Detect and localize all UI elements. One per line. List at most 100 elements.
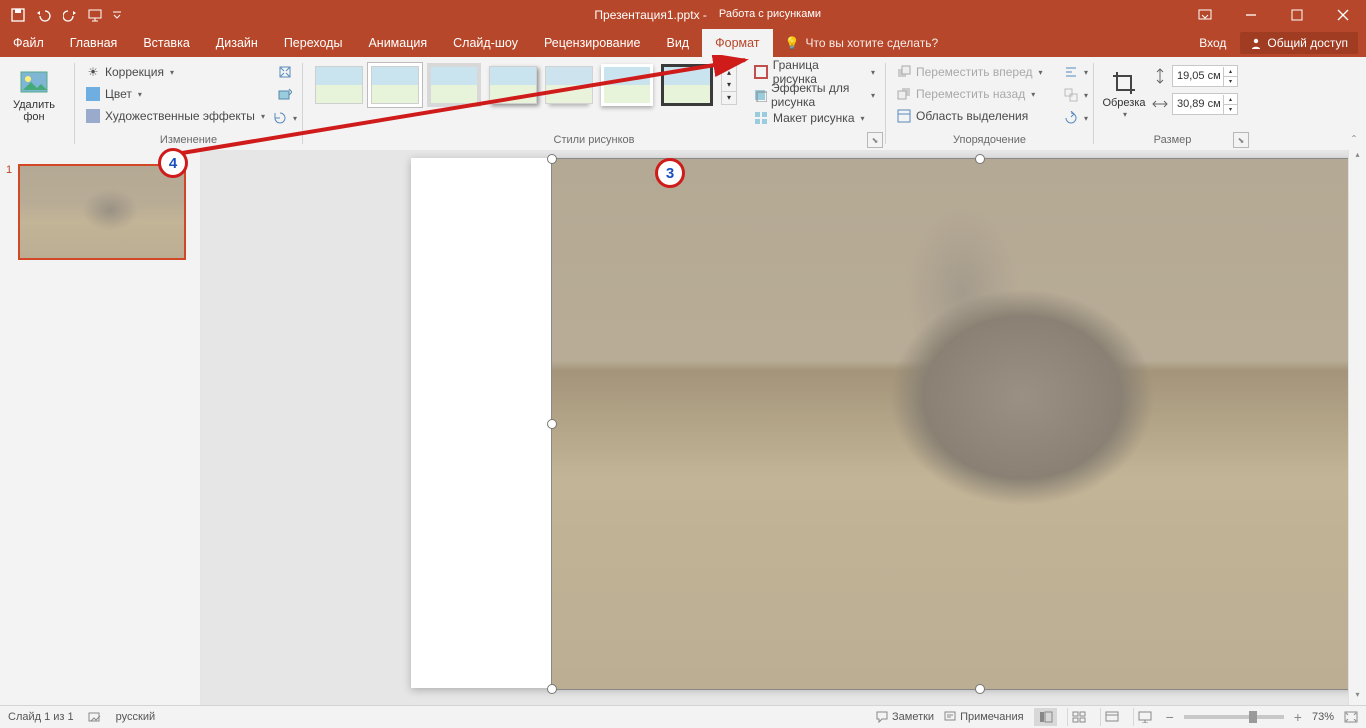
height-input[interactable]: 19,05 см▴▾ bbox=[1172, 65, 1238, 87]
undo-icon[interactable] bbox=[32, 3, 56, 27]
brightness-icon: ☀ bbox=[85, 64, 101, 80]
resize-handle-nw[interactable] bbox=[547, 154, 557, 164]
group-styles-label: Стили рисунков bbox=[309, 134, 879, 148]
comments-button[interactable]: Примечания bbox=[944, 711, 1024, 723]
zoom-slider[interactable] bbox=[1184, 715, 1284, 719]
reset-icon bbox=[273, 110, 287, 126]
slide-canvas[interactable] bbox=[201, 150, 1366, 706]
normal-view-button[interactable] bbox=[1034, 708, 1057, 726]
align-button[interactable]: ▾ bbox=[1065, 61, 1087, 83]
send-backward-button[interactable]: Переместить назад▾ bbox=[892, 83, 1065, 105]
resize-handle-n[interactable] bbox=[975, 154, 985, 164]
annotation-callout-4: 4 bbox=[158, 148, 188, 178]
style-thumb[interactable] bbox=[427, 63, 481, 107]
picture-border-button[interactable]: Граница рисунка▾ bbox=[749, 61, 879, 83]
picture-styles-gallery[interactable]: ▴▾▾ bbox=[309, 61, 743, 109]
color-icon bbox=[85, 86, 101, 102]
fit-to-window-button[interactable] bbox=[1344, 711, 1358, 723]
tell-me-search[interactable]: 💡 Что вы хотите сделать? bbox=[785, 29, 939, 57]
resize-handle-w[interactable] bbox=[547, 419, 557, 429]
compress-pictures-button[interactable] bbox=[274, 61, 296, 83]
width-input[interactable]: 30,89 см▴▾ bbox=[1172, 93, 1238, 115]
resize-handle-s[interactable] bbox=[975, 684, 985, 694]
style-thumb[interactable] bbox=[371, 66, 419, 104]
align-icon bbox=[1064, 64, 1078, 80]
redo-icon[interactable] bbox=[58, 3, 82, 27]
tab-view[interactable]: Вид bbox=[653, 29, 702, 57]
person-icon bbox=[1250, 37, 1262, 49]
slide-thumbnails-panel: 1 bbox=[0, 150, 201, 706]
tab-review[interactable]: Рецензирование bbox=[531, 29, 654, 57]
share-label: Общий доступ bbox=[1267, 36, 1348, 50]
artistic-effects-button[interactable]: Художественные эффекты▾ bbox=[81, 105, 274, 127]
tab-transitions[interactable]: Переходы bbox=[271, 29, 356, 57]
style-thumb[interactable] bbox=[601, 64, 653, 106]
group-size-label: Размер bbox=[1100, 134, 1245, 148]
annotation-callout-3: 3 bbox=[655, 158, 685, 188]
maximize-icon[interactable] bbox=[1274, 0, 1320, 29]
reset-picture-button[interactable]: ▾ bbox=[274, 107, 296, 129]
signin-link[interactable]: Вход bbox=[1199, 36, 1226, 50]
send-backward-icon bbox=[896, 86, 912, 102]
window-title: Презентация1.pptx - PowerPoint bbox=[0, 8, 1366, 22]
slide-sorter-view-button[interactable] bbox=[1067, 708, 1090, 726]
save-icon[interactable] bbox=[6, 3, 30, 27]
zoom-out-button[interactable]: − bbox=[1166, 709, 1174, 725]
resize-handle-sw[interactable] bbox=[547, 684, 557, 694]
bring-forward-button[interactable]: Переместить вперед▾ bbox=[892, 61, 1065, 83]
picture-layout-button[interactable]: Макет рисунка▾ bbox=[749, 107, 879, 129]
collapse-ribbon-button[interactable]: ˆ bbox=[1346, 132, 1362, 148]
tab-format[interactable]: Формат bbox=[702, 29, 772, 57]
size-dialog-launcher[interactable]: ⬊ bbox=[1233, 132, 1249, 148]
tab-file[interactable]: Файл bbox=[0, 29, 57, 57]
tab-insert[interactable]: Вставка bbox=[130, 29, 202, 57]
spellcheck-icon[interactable] bbox=[88, 710, 102, 724]
gallery-more-button[interactable]: ▴▾▾ bbox=[721, 65, 737, 105]
tab-design[interactable]: Дизайн bbox=[203, 29, 271, 57]
corrections-button[interactable]: ☀Коррекция▾ bbox=[81, 61, 274, 83]
vertical-scrollbar[interactable]: ▴ ▾ bbox=[1348, 150, 1366, 706]
group-arrange-label: Упорядочение bbox=[892, 134, 1087, 148]
selection-pane-button[interactable]: Область выделения bbox=[892, 105, 1065, 127]
zoom-value[interactable]: 73% bbox=[1312, 711, 1334, 723]
notes-button[interactable]: Заметки bbox=[876, 711, 934, 723]
remove-background-button[interactable]: Удалить фон bbox=[6, 61, 62, 129]
ribbon-display-options-icon[interactable] bbox=[1182, 0, 1228, 29]
status-slide[interactable]: Слайд 1 из 1 bbox=[8, 711, 74, 723]
picture-effects-button[interactable]: Эффекты для рисунка▾ bbox=[749, 84, 879, 106]
change-picture-button[interactable] bbox=[274, 84, 296, 106]
minimize-icon[interactable] bbox=[1228, 0, 1274, 29]
styles-dialog-launcher[interactable]: ⬊ bbox=[867, 132, 883, 148]
tab-home[interactable]: Главная bbox=[57, 29, 131, 57]
share-button[interactable]: Общий доступ bbox=[1240, 32, 1358, 54]
reading-view-button[interactable] bbox=[1100, 708, 1123, 726]
status-language[interactable]: русский bbox=[116, 711, 155, 723]
color-button[interactable]: Цвет▾ bbox=[81, 83, 274, 105]
slide-thumbnail-1[interactable] bbox=[18, 164, 186, 260]
tab-slideshow[interactable]: Слайд-шоу bbox=[440, 29, 531, 57]
height-icon bbox=[1152, 68, 1168, 84]
start-slideshow-icon[interactable] bbox=[84, 3, 108, 27]
rotate-button[interactable]: ▾ bbox=[1065, 107, 1087, 129]
style-thumb[interactable] bbox=[315, 66, 363, 104]
style-thumb[interactable] bbox=[489, 66, 537, 104]
close-icon[interactable] bbox=[1320, 0, 1366, 29]
tab-animations[interactable]: Анимация bbox=[355, 29, 440, 57]
selection-pane-icon bbox=[896, 108, 912, 124]
rotate-icon bbox=[1064, 110, 1078, 126]
group-adjust-label: Изменение bbox=[81, 134, 296, 148]
width-icon bbox=[1152, 96, 1168, 112]
zoom-in-button[interactable]: + bbox=[1294, 709, 1302, 725]
remove-bg-icon bbox=[18, 67, 50, 99]
crop-icon bbox=[1110, 69, 1138, 97]
thumbnail-number: 1 bbox=[6, 164, 18, 260]
slideshow-view-button[interactable] bbox=[1133, 708, 1156, 726]
style-thumb[interactable] bbox=[661, 64, 713, 106]
compress-icon bbox=[277, 64, 293, 80]
selected-picture[interactable] bbox=[551, 158, 1366, 690]
qat-customize-icon[interactable] bbox=[110, 3, 124, 27]
tell-me-label: Что вы хотите сделать? bbox=[805, 36, 938, 50]
group-button[interactable]: ▾ bbox=[1065, 84, 1087, 106]
crop-button[interactable]: Обрезка▾ bbox=[1100, 61, 1148, 129]
style-thumb[interactable] bbox=[545, 66, 593, 104]
